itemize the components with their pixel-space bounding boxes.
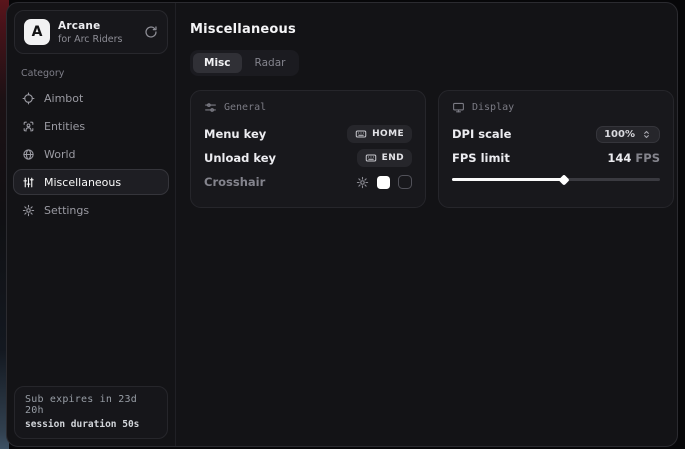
- general-card: General Menu key HOME: [190, 90, 426, 208]
- tab-radar[interactable]: Radar: [244, 53, 297, 73]
- sidebar-item-miscellaneous[interactable]: Miscellaneous: [13, 169, 169, 195]
- fps-limit-label: FPS limit: [452, 151, 510, 165]
- menu-key-value: HOME: [372, 129, 404, 139]
- keyboard-icon: [355, 128, 367, 140]
- sidebar-item-aimbot[interactable]: Aimbot: [13, 85, 169, 111]
- sidebar-item-label: Miscellaneous: [44, 176, 121, 189]
- sidebar-item-label: Settings: [44, 204, 89, 217]
- brand-title: Arcane: [58, 20, 123, 32]
- chevrons-up-down-icon: [641, 129, 652, 140]
- page-title: Miscellaneous: [190, 22, 674, 37]
- sidebar-item-settings[interactable]: Settings: [13, 197, 169, 223]
- general-card-header: General: [204, 101, 412, 114]
- menu-key-button[interactable]: HOME: [347, 125, 412, 143]
- fps-limit-slider[interactable]: [452, 173, 660, 186]
- crosshair-checkbox[interactable]: [398, 175, 412, 189]
- fps-limit-row: FPS limit 144 FPS: [452, 146, 660, 170]
- keyboard-icon: [365, 152, 377, 164]
- dpi-scale-value: 100%: [604, 129, 635, 140]
- brand-text: Arcane for Arc Riders: [58, 20, 123, 45]
- subscription-expiry: Sub expires in 23d 20h: [25, 394, 157, 416]
- desktop-background: A Arcane for Arc Riders Category: [0, 0, 685, 449]
- sidebar-nav: Aimbot Entities: [7, 85, 175, 223]
- fps-unit: FPS: [635, 151, 660, 165]
- tab-bar: Misc Radar: [190, 50, 299, 76]
- sidebar-item-world[interactable]: World: [13, 141, 169, 167]
- sliders-vertical-icon: [22, 176, 35, 189]
- sidebar-item-label: World: [44, 148, 76, 161]
- subscription-card: Sub expires in 23d 20h session duration …: [14, 386, 168, 439]
- brand-card: A Arcane for Arc Riders: [14, 10, 168, 54]
- unload-key-row: Unload key END: [204, 146, 412, 170]
- monitor-icon: [452, 101, 465, 114]
- tab-misc[interactable]: Misc: [193, 53, 242, 73]
- session-duration: session duration 50s: [25, 419, 157, 430]
- sidebar-item-entities[interactable]: Entities: [13, 113, 169, 139]
- fps-number: 144: [607, 151, 631, 165]
- dpi-scale-select[interactable]: 100%: [596, 126, 660, 143]
- unload-key-value: END: [382, 153, 404, 163]
- dpi-scale-row: DPI scale 100%: [452, 122, 660, 146]
- unload-key-label: Unload key: [204, 151, 276, 165]
- menu-key-row: Menu key HOME: [204, 122, 412, 146]
- brand-subtitle: for Arc Riders: [58, 34, 123, 45]
- display-card: Display DPI scale 100%: [438, 90, 674, 208]
- sliders-horizontal-icon: [204, 101, 217, 114]
- general-card-title: General: [224, 102, 266, 113]
- crosshair-controls: [356, 175, 412, 189]
- app-logo: A: [24, 19, 50, 45]
- gear-icon: [22, 204, 35, 217]
- sidebar: A Arcane for Arc Riders Category: [7, 3, 176, 446]
- crosshair-label: Crosshair: [204, 175, 265, 189]
- display-card-title: Display: [472, 102, 514, 113]
- cards-row: General Menu key HOME: [190, 90, 674, 208]
- crosshair-row: Crosshair: [204, 170, 412, 194]
- app-window: A Arcane for Arc Riders Category: [6, 2, 678, 447]
- sidebar-item-label: Entities: [44, 120, 85, 133]
- globe-icon: [22, 148, 35, 161]
- sidebar-item-label: Aimbot: [44, 92, 83, 105]
- sidebar-spacer: [7, 223, 175, 379]
- crosshair-color-swatch[interactable]: [377, 176, 390, 189]
- display-card-header: Display: [452, 101, 660, 114]
- refresh-icon[interactable]: [144, 25, 158, 39]
- dpi-scale-label: DPI scale: [452, 127, 511, 141]
- menu-key-label: Menu key: [204, 127, 266, 141]
- slider-thumb[interactable]: [559, 174, 570, 185]
- crosshair-icon: [22, 92, 35, 105]
- fps-limit-value: 144 FPS: [607, 151, 660, 165]
- unload-key-button[interactable]: END: [357, 149, 412, 167]
- category-label: Category: [21, 68, 175, 79]
- gear-icon[interactable]: [356, 176, 369, 189]
- slider-fill: [452, 178, 564, 181]
- entities-scan-icon: [22, 120, 35, 133]
- main-panel: Miscellaneous Misc Radar General: [176, 3, 678, 446]
